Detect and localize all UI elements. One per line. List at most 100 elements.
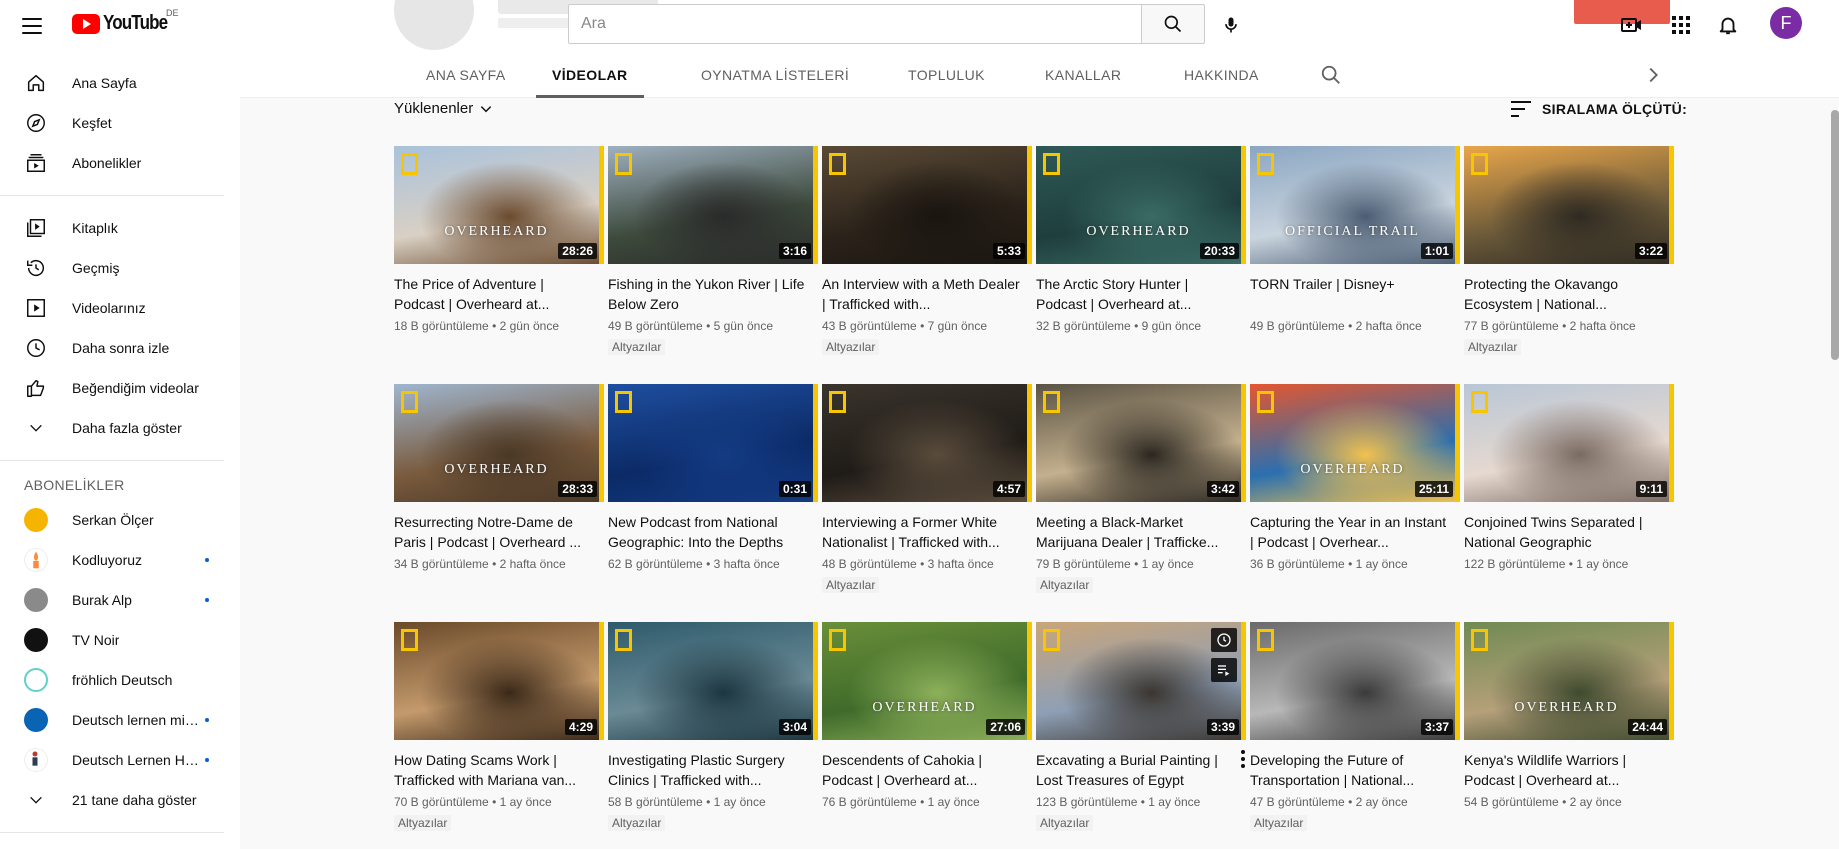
video-thumbnail[interactable]: OVERHEARD 28:26 [394,146,604,264]
video-card[interactable]: 3:37 Developing the Future of Transportat… [1250,622,1460,832]
subscriptions-show-more[interactable]: 21 tane daha göster [0,780,224,820]
uploads-filter-dropdown[interactable]: Yüklenenler [394,100,493,117]
video-title[interactable]: Developing the Future of Transportation … [1250,750,1460,790]
video-card[interactable]: OVERHEARD 24:44 Kenya's Wildlife Warriors… [1464,622,1674,811]
video-card[interactable]: OVERHEARD 27:06 Descendents of Cahokia | … [822,622,1032,811]
sidebar-show-more[interactable]: Daha fazla göster [0,408,224,448]
tab-playlists[interactable]: OYNATMA LİSTELERİ [685,52,865,98]
video-title[interactable]: Excavating a Burial Painting | Lost Trea… [1036,750,1246,790]
video-thumbnail[interactable]: 0:31 [608,384,818,502]
create-video-button[interactable] [1617,10,1647,40]
video-card[interactable]: OFFICIAL TRAIL 1:01 TORN Trailer | Disney… [1250,146,1460,335]
video-thumbnail[interactable]: 3:39 [1036,622,1246,740]
video-title[interactable]: Investigating Plastic Surgery Clinics | … [608,750,818,790]
subscription-item[interactable]: Serkan Ölçer [0,500,224,540]
history-icon [24,256,48,280]
voice-search-button[interactable] [1214,8,1248,42]
video-title[interactable]: New Podcast from National Geographic: In… [608,512,818,552]
video-card[interactable]: OVERHEARD 28:33 Resurrecting Notre-Dame d… [394,384,604,573]
video-title[interactable]: Resurrecting Notre-Dame de Paris | Podca… [394,512,604,552]
video-card[interactable]: 3:22 Protecting the Okavango Ecosystem | … [1464,146,1674,356]
subscription-item[interactable]: Burak Alp [0,580,224,620]
video-card[interactable]: 5:33 An Interview with a Meth Dealer | Tr… [822,146,1032,356]
video-card[interactable]: 3:42 Meeting a Black-Market Marijuana Dea… [1036,384,1246,594]
video-thumbnail[interactable]: OVERHEARD 20:33 [1036,146,1246,264]
sidebar-item-library[interactable]: Kitaplık [0,208,224,248]
video-title[interactable]: The Arctic Story Hunter | Podcast | Over… [1036,274,1246,314]
video-title[interactable]: An Interview with a Meth Dealer | Traffi… [822,274,1032,314]
subscription-item[interactable]: Deutsch Lernen Ha... [0,740,224,780]
search-button[interactable] [1141,4,1205,44]
video-card[interactable]: OVERHEARD 28:26 The Price of Adventure | … [394,146,604,335]
more-options-icon[interactable] [1238,750,1248,770]
video-thumbnail[interactable]: 9:11 [1464,384,1674,502]
video-title[interactable]: TORN Trailer | Disney+ [1250,274,1460,314]
video-card[interactable]: OVERHEARD 25:11 Capturing the Year in an … [1250,384,1460,573]
video-title[interactable]: Interviewing a Former White Nationalist … [822,512,1032,552]
sidebar-divider [0,195,224,196]
apps-button[interactable] [1666,10,1696,40]
video-thumbnail[interactable]: 4:29 [394,622,604,740]
video-card[interactable]: 3:04 Investigating Plastic Surgery Clinic… [608,622,818,832]
subscription-item[interactable]: Deutsch lernen mit... [0,700,224,740]
video-title[interactable]: Protecting the Okavango Ecosystem | Nati… [1464,274,1674,314]
youtube-logo[interactable]: YouTube DE [72,8,179,35]
video-thumbnail[interactable]: 3:22 [1464,146,1674,264]
view-count: 122 B görüntüleme [1464,557,1566,571]
video-card[interactable]: 0:31 New Podcast from National Geographic… [608,384,818,573]
sidebar-item-watch-later[interactable]: Daha sonra izle [0,328,224,368]
video-title[interactable]: The Price of Adventure | Podcast | Overh… [394,274,604,314]
tab-home[interactable]: ANA SAYFA [410,52,522,98]
video-title[interactable]: Meeting a Black-Market Marijuana Dealer … [1036,512,1246,552]
watch-later-icon[interactable] [1211,628,1237,652]
hamburger-menu-icon[interactable] [22,13,48,39]
sidebar-item-history[interactable]: Geçmiş [0,248,224,288]
video-thumbnail[interactable]: OVERHEARD 25:11 [1250,384,1460,502]
video-title[interactable]: Descendents of Cahokia | Podcast | Overh… [822,750,1032,790]
video-thumbnail[interactable]: OVERHEARD 28:33 [394,384,604,502]
video-title[interactable]: Conjoined Twins Separated | National Geo… [1464,512,1674,552]
sidebar-item-subscriptions[interactable]: Abonelikler [0,143,224,183]
channel-search-icon[interactable] [1320,64,1342,86]
video-thumbnail[interactable]: OVERHEARD 27:06 [822,622,1032,740]
video-thumbnail[interactable]: 3:04 [608,622,818,740]
natgeo-logo-icon [1043,629,1060,651]
video-thumbnail[interactable]: OVERHEARD 24:44 [1464,622,1674,740]
subscription-item[interactable]: TV Noir [0,620,224,660]
natgeo-frame [1455,146,1460,264]
video-thumbnail[interactable]: 5:33 [822,146,1032,264]
notifications-button[interactable] [1713,10,1743,40]
tab-community[interactable]: TOPLULUK [892,52,1001,98]
video-thumbnail[interactable]: 4:57 [822,384,1032,502]
add-to-queue-icon[interactable] [1211,658,1237,682]
user-avatar[interactable]: F [1770,7,1802,39]
video-card[interactable]: 3:16 Fishing in the Yukon River | Life Be… [608,146,818,356]
video-title[interactable]: Kenya's Wildlife Warriors | Podcast | Ov… [1464,750,1674,790]
video-title[interactable]: Capturing the Year in an Instant | Podca… [1250,512,1460,552]
subscription-item[interactable]: fröhlich Deutsch [0,660,224,700]
sidebar-item-home[interactable]: Ana Sayfa [0,63,224,103]
subscription-item[interactable]: Kodluyoruz [0,540,224,580]
video-card[interactable]: 4:57 Interviewing a Former White National… [822,384,1032,594]
video-thumbnail[interactable]: 3:42 [1036,384,1246,502]
video-thumbnail[interactable]: 3:37 [1250,622,1460,740]
tab-channels[interactable]: KANALLAR [1029,52,1137,98]
video-thumbnail[interactable]: 3:16 [608,146,818,264]
tab-videos[interactable]: VİDEOLAR [536,52,644,98]
sort-button[interactable]: SIRALAMA ÖLÇÜTÜ: [1510,100,1687,118]
chevron-right-icon[interactable] [1642,64,1664,86]
sidebar-item-your-videos[interactable]: Videolarınız [0,288,224,328]
video-card[interactable]: 3:39 Excavating a Burial Painting | Lost… [1036,622,1246,832]
search-input[interactable] [568,4,1141,44]
video-card[interactable]: OVERHEARD 20:33 The Arctic Story Hunter |… [1036,146,1246,335]
video-title[interactable]: How Dating Scams Work | Trafficked with … [394,750,604,790]
tab-about[interactable]: HAKKINDA [1168,52,1275,98]
video-card[interactable]: 9:11 Conjoined Twins Separated | National… [1464,384,1674,573]
sidebar-item-explore[interactable]: Keşfet [0,103,224,143]
page-scrollbar[interactable] [1831,110,1839,360]
video-thumbnail[interactable]: OFFICIAL TRAIL 1:01 [1250,146,1460,264]
sidebar: Ana Sayfa Keşfet Abonelikler Kitaplık Ge… [0,52,240,849]
video-title[interactable]: Fishing in the Yukon River | Life Below … [608,274,818,314]
sidebar-item-liked-videos[interactable]: Beğendiğim videolar [0,368,224,408]
video-card[interactable]: 4:29 How Dating Scams Work | Trafficked w… [394,622,604,832]
